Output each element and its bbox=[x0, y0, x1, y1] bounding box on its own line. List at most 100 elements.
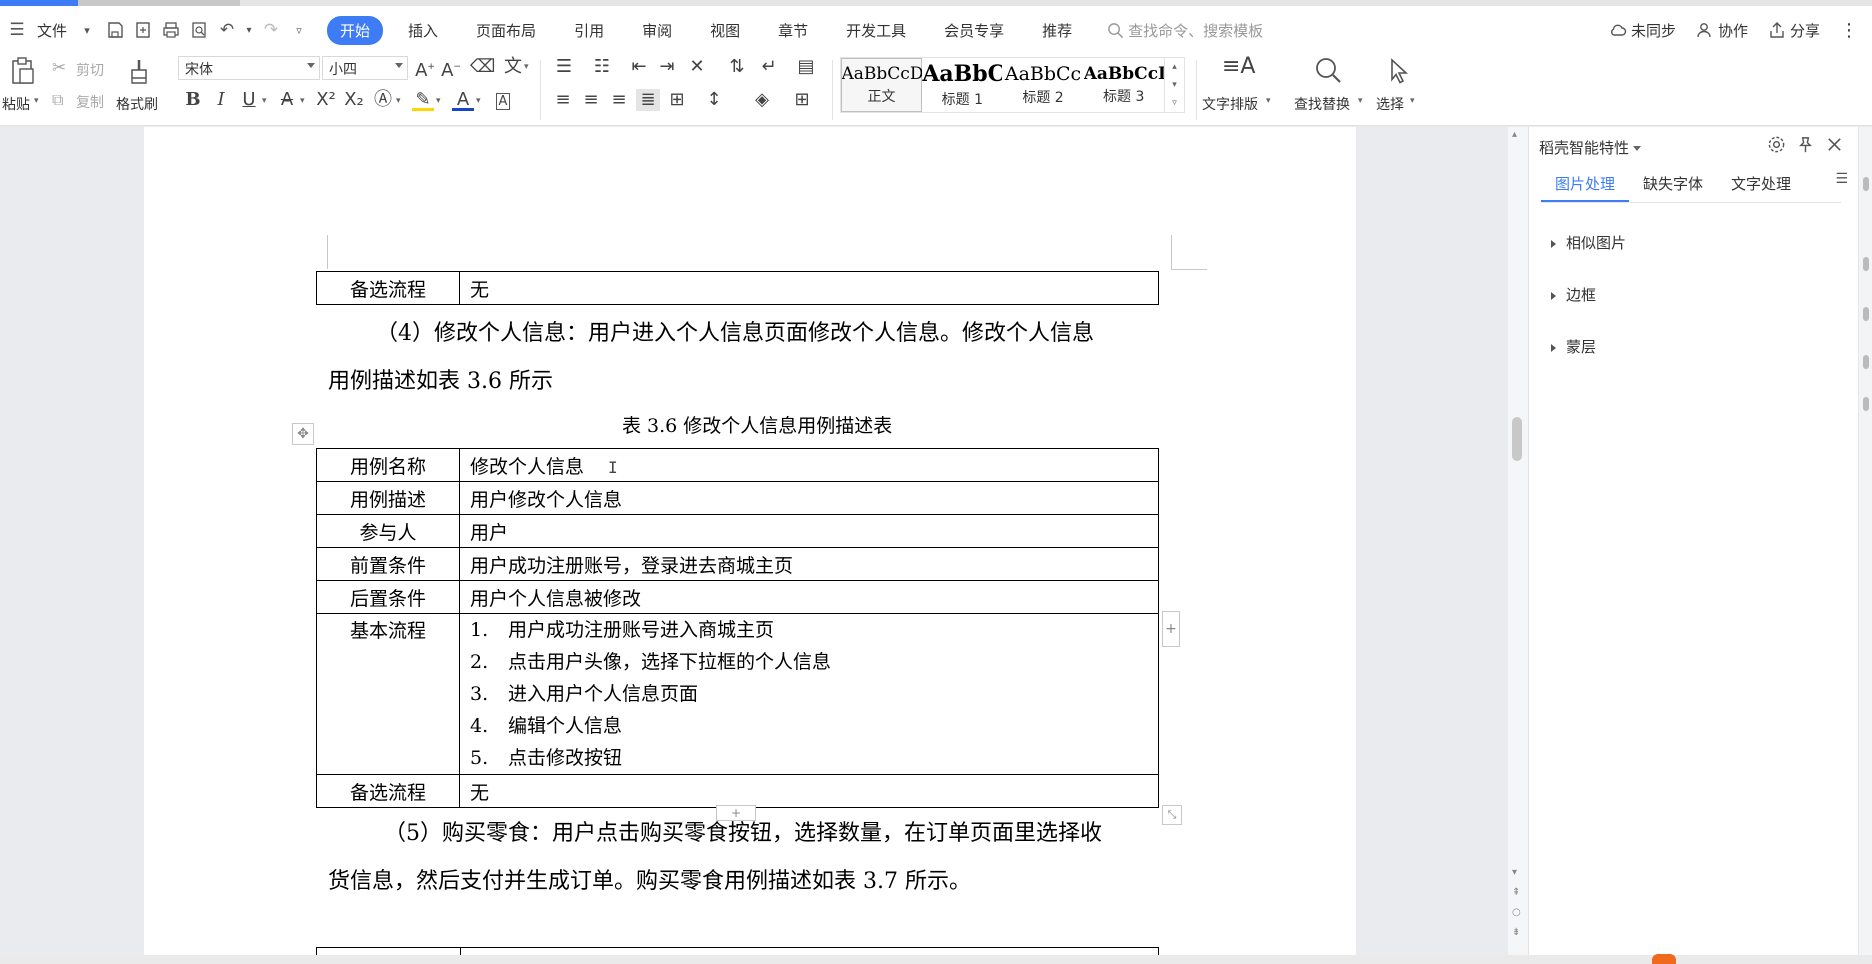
command-search[interactable]: 查找命令、搜索模板 bbox=[1107, 20, 1263, 41]
tab-references[interactable]: 引用 bbox=[561, 16, 617, 45]
paste-dropdown-icon[interactable]: ▾ bbox=[34, 96, 39, 106]
scissors-icon[interactable]: ✂ bbox=[52, 58, 66, 78]
decrease-indent-icon[interactable]: ⇤ bbox=[628, 56, 650, 78]
file-menu[interactable]: 文件 bbox=[31, 20, 73, 41]
table-key-cell[interactable]: 备选流程 bbox=[316, 774, 460, 808]
strikethrough-dropdown-icon[interactable]: ▾ bbox=[300, 96, 305, 106]
table-value-cell[interactable]: 无 bbox=[459, 774, 1159, 808]
previous-page-icon[interactable]: ⇞ bbox=[1512, 887, 1520, 898]
tab-text-processing[interactable]: 文字处理 bbox=[1717, 167, 1805, 202]
table-value-cell[interactable]: 用户成功注册账号，登录进去商城主页 bbox=[459, 547, 1159, 581]
tab-recommend[interactable]: 推荐 bbox=[1029, 16, 1085, 45]
tab-member[interactable]: 会员专享 bbox=[931, 16, 1017, 45]
tab-view[interactable]: 视图 bbox=[697, 16, 753, 45]
font-size-select[interactable]: 小四 bbox=[322, 56, 408, 80]
tab-image-processing[interactable]: 图片处理 bbox=[1541, 167, 1630, 202]
floating-assistant-icon[interactable] bbox=[1652, 954, 1676, 964]
panel-menu-icon[interactable]: ☰ bbox=[1835, 171, 1848, 187]
paragraph-4-line-1[interactable]: （4）修改个人信息：用户进入个人信息页面修改个人信息。修改个人信息 bbox=[376, 315, 1094, 347]
tree-item-border[interactable]: 边框 bbox=[1551, 284, 1596, 305]
subscript-icon[interactable]: X₂ bbox=[342, 89, 366, 111]
shading-icon[interactable]: ◈ bbox=[750, 89, 774, 111]
font-color-icon[interactable]: A bbox=[452, 89, 474, 111]
paste-button[interactable]: 粘贴 bbox=[2, 94, 30, 114]
tab-insert[interactable]: 插入 bbox=[395, 16, 451, 45]
underline-icon[interactable]: U bbox=[238, 89, 260, 111]
chevron-down-icon[interactable]: ▾ bbox=[1172, 80, 1177, 90]
align-right-icon[interactable]: ≡ bbox=[608, 89, 630, 111]
more-options-icon[interactable]: ⋮ bbox=[1840, 20, 1858, 41]
style-heading-1[interactable]: AaBbC 标题 1 bbox=[922, 58, 1003, 112]
find-replace-dropdown-icon[interactable]: ▾ bbox=[1358, 96, 1363, 106]
vertical-scrollbar[interactable]: ▴ ▾ ⇞ ○ ⇟ bbox=[1508, 127, 1528, 959]
align-center-icon[interactable]: ≡ bbox=[580, 89, 602, 111]
cut-button[interactable]: 剪切 bbox=[76, 60, 104, 80]
phonetic-dropdown-icon[interactable]: ▾ bbox=[524, 62, 529, 72]
clear-format-icon[interactable]: ⌫ bbox=[470, 56, 495, 78]
find-replace-icon[interactable] bbox=[1312, 56, 1344, 90]
text-effect-icon[interactable]: Ⓐ bbox=[372, 89, 394, 111]
close-icon[interactable] bbox=[1825, 135, 1844, 158]
paragraph-5-line-2[interactable]: 货信息，然后支付并生成订单。购买零食用例描述如表 3.7 所示。 bbox=[328, 863, 971, 895]
copy-icon[interactable]: ⧉ bbox=[52, 90, 63, 110]
text-effect-dropdown-icon[interactable]: ▾ bbox=[396, 96, 401, 106]
table-key-cell[interactable]: 后置条件 bbox=[316, 580, 460, 614]
format-painter-button[interactable]: 格式刷 bbox=[116, 94, 158, 114]
next-page-icon[interactable]: ⇟ bbox=[1512, 927, 1520, 938]
basic-flow-cell[interactable]: 1. 用户成功注册账号进入商城主页 2. 点击用户头像，选择下拉框的个人信息 3. 进… bbox=[459, 613, 1159, 775]
bold-icon[interactable]: B bbox=[182, 89, 204, 111]
justify-icon[interactable]: ≣ bbox=[636, 89, 660, 111]
style-normal[interactable]: AaBbCcDd 正文 bbox=[841, 58, 922, 112]
collaborate-button[interactable]: 协作 bbox=[1696, 20, 1748, 41]
select-browse-object-icon[interactable]: ○ bbox=[1512, 907, 1521, 918]
font-family-select[interactable]: 宋体 bbox=[178, 56, 320, 80]
sort-icon[interactable]: ⇅ bbox=[726, 56, 748, 78]
align-left-icon[interactable]: ≡ bbox=[552, 89, 574, 111]
save-icon[interactable] bbox=[104, 19, 126, 41]
table-key-cell[interactable]: 参与人 bbox=[316, 514, 460, 548]
style-heading-3[interactable]: AaBbCcI 标题 3 bbox=[1083, 58, 1164, 112]
select-dropdown-icon[interactable]: ▾ bbox=[1410, 96, 1415, 106]
paragraph-5-line-1[interactable]: （5）购买零食：用户点击购买零食按钮，选择数量，在订单页面里选择收 bbox=[384, 815, 1102, 847]
borders-icon[interactable]: ⊞ bbox=[790, 89, 814, 111]
table-move-handle-icon[interactable]: ✥ bbox=[292, 423, 314, 445]
table-tools-icon[interactable]: ▤ bbox=[794, 56, 818, 78]
find-replace-button[interactable]: 查找替换 bbox=[1294, 94, 1350, 114]
sidebar-tool-icon[interactable] bbox=[1863, 397, 1869, 411]
expand-styles-icon[interactable]: ▿ bbox=[1172, 98, 1177, 108]
style-heading-2[interactable]: AaBbCc 标题 2 bbox=[1003, 58, 1084, 112]
highlight-icon[interactable]: ✎ bbox=[412, 89, 434, 111]
undo-icon[interactable]: ↶ bbox=[216, 19, 238, 41]
tab-chapter[interactable]: 章节 bbox=[765, 16, 821, 45]
cursor-icon[interactable] bbox=[1382, 56, 1414, 90]
export-pdf-icon[interactable] bbox=[132, 19, 154, 41]
table-key-cell[interactable]: 用例名称 bbox=[316, 448, 460, 482]
sidebar-tool-icon[interactable] bbox=[1863, 355, 1869, 369]
numbered-list-icon[interactable]: ☷ bbox=[590, 56, 614, 78]
add-column-plus-icon[interactable]: + bbox=[1162, 611, 1180, 647]
undo-dropdown-icon[interactable]: ▾ bbox=[244, 19, 254, 41]
copy-button[interactable]: 复制 bbox=[76, 92, 104, 112]
distribute-icon[interactable]: ⊞ bbox=[666, 89, 688, 111]
styles-scroll[interactable]: ▴ ▾ ▿ bbox=[1164, 58, 1184, 112]
format-painter-icon[interactable] bbox=[124, 56, 154, 90]
table-value-cell[interactable]: 用户 bbox=[459, 514, 1159, 548]
tab-developer[interactable]: 开发工具 bbox=[833, 16, 919, 45]
bullet-list-icon[interactable]: ☰ bbox=[552, 56, 576, 78]
document-page[interactable]: 备选流程 无 （4）修改个人信息：用户进入个人信息页面修改个人信息。修改个人信息… bbox=[144, 127, 1356, 959]
share-button[interactable]: 分享 bbox=[1768, 20, 1820, 41]
table-caption[interactable]: 表 3.6 修改个人信息用例描述表 bbox=[622, 411, 892, 438]
clipboard-icon[interactable] bbox=[8, 56, 38, 90]
sidebar-tool-icon[interactable] bbox=[1863, 307, 1869, 321]
table-value-cell[interactable]: 用户个人信息被修改 bbox=[459, 580, 1159, 614]
chevron-up-icon[interactable]: ▴ bbox=[1172, 62, 1177, 72]
increase-font-icon[interactable]: A+ bbox=[414, 56, 436, 82]
text-layout-button[interactable]: 文字排版 bbox=[1202, 94, 1258, 114]
decrease-font-icon[interactable]: A− bbox=[440, 56, 462, 82]
tab-home[interactable]: 开始 bbox=[327, 15, 384, 45]
tree-item-similar-images[interactable]: 相似图片 bbox=[1551, 232, 1626, 253]
character-border-icon[interactable]: A bbox=[492, 89, 514, 113]
paragraph-4-line-2[interactable]: 用例描述如表 3.6 所示 bbox=[328, 363, 553, 395]
table-value-cell[interactable]: 修改个人信息 I bbox=[459, 448, 1159, 482]
text-layout-icon[interactable]: ≡A bbox=[1222, 56, 1255, 90]
